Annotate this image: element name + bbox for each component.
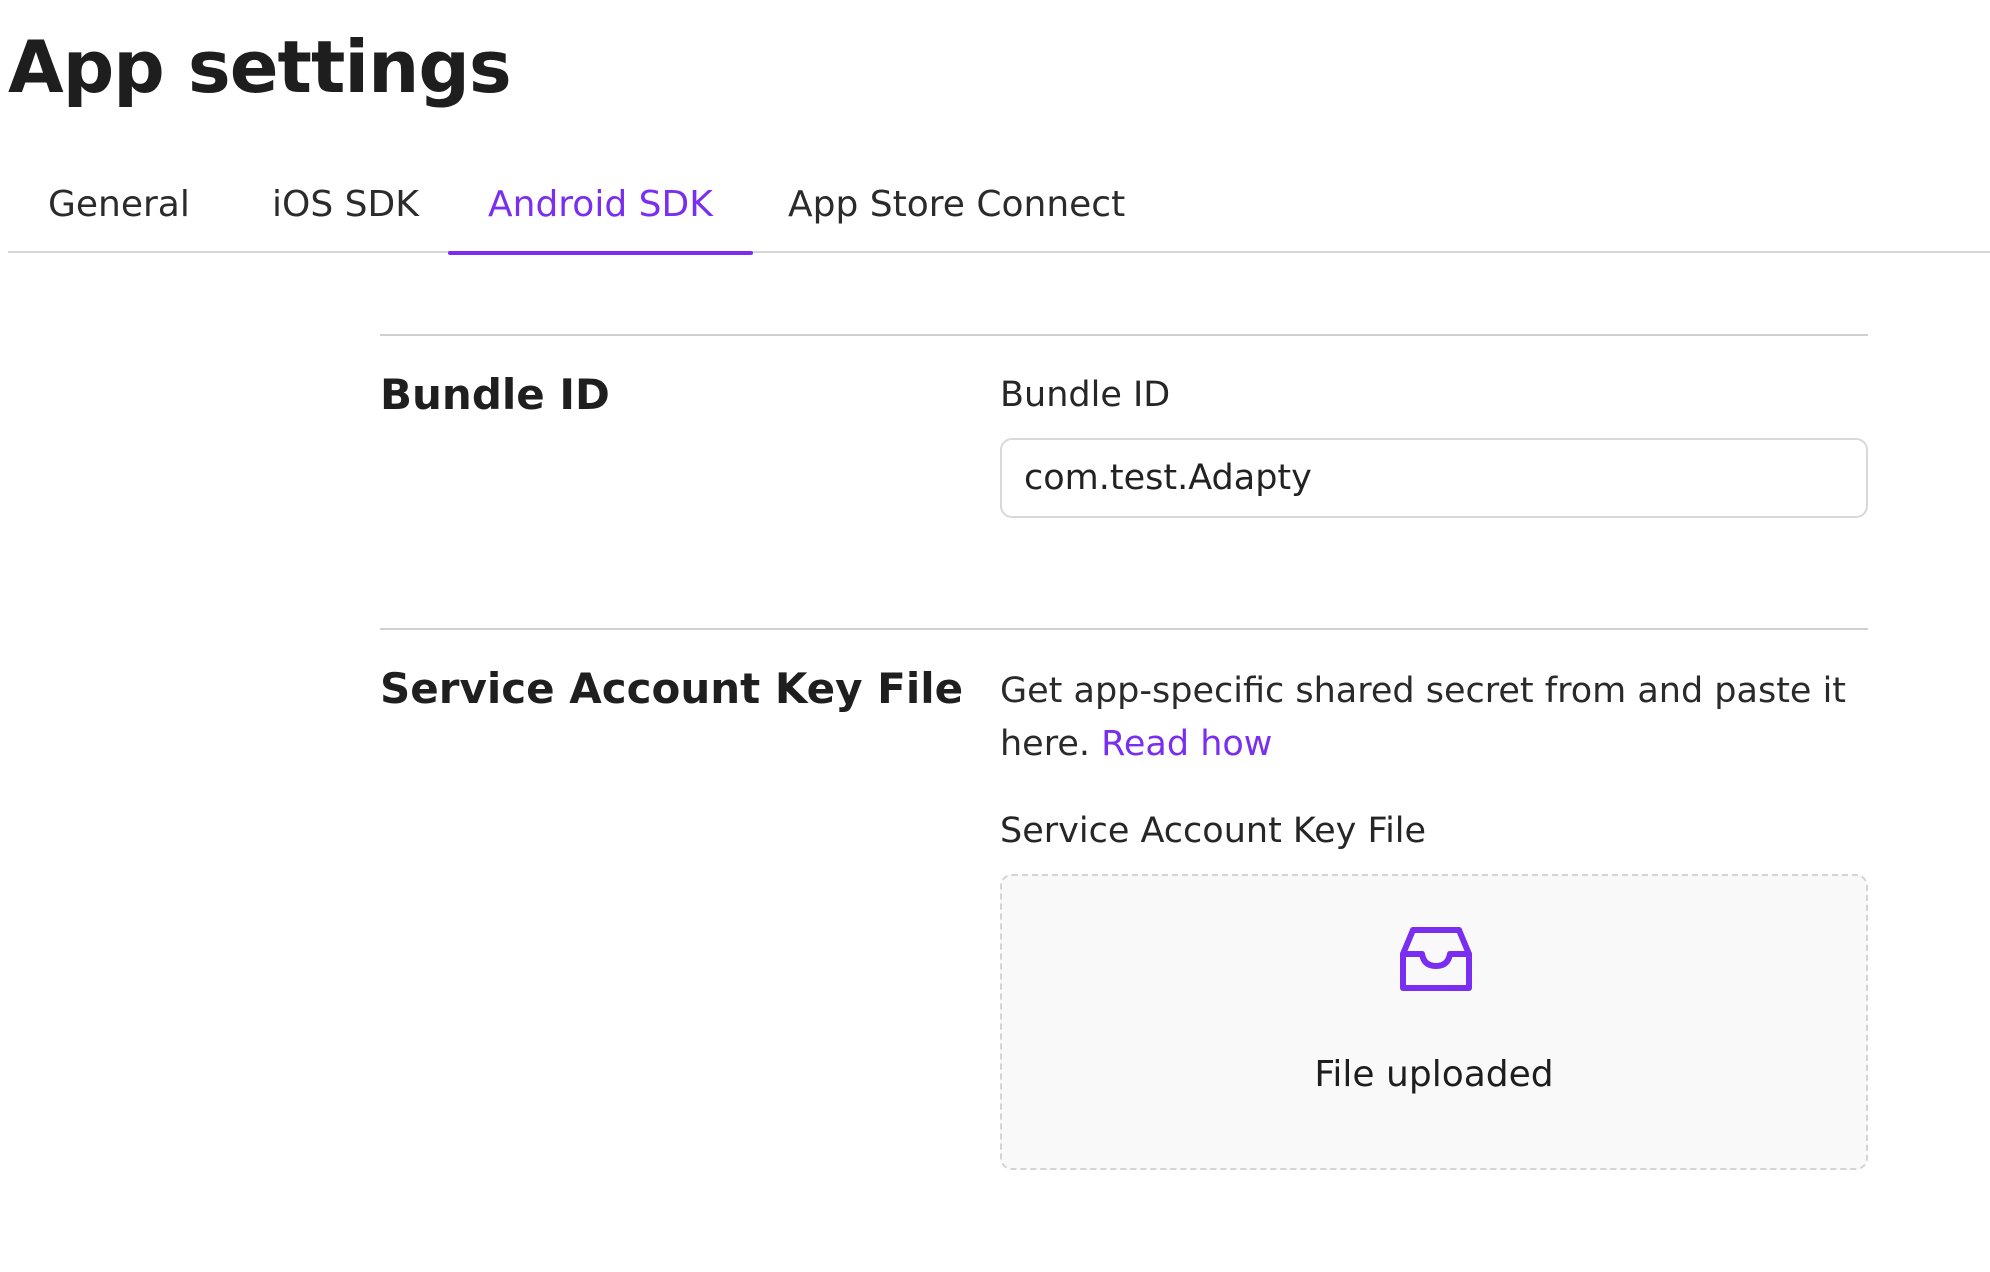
- inbox-icon: [1400, 927, 1472, 991]
- tab-app-store-connect[interactable]: App Store Connect: [788, 182, 1125, 253]
- tab-general[interactable]: General: [48, 182, 190, 253]
- service-account-field-label: Service Account Key File: [1000, 811, 1427, 851]
- bundle-id-section-title: Bundle ID: [380, 370, 610, 419]
- page-title: App settings: [8, 25, 512, 109]
- file-dropzone[interactable]: File uploaded: [1000, 874, 1868, 1170]
- service-account-helper-text: Get app-specific shared secret from and …: [1000, 665, 1880, 771]
- tab-android-sdk[interactable]: Android SDK: [448, 182, 753, 255]
- tab-ios-sdk[interactable]: iOS SDK: [272, 182, 419, 253]
- settings-tabs: General iOS SDK Android SDK App Store Co…: [8, 170, 1990, 255]
- bundle-id-label: Bundle ID: [1000, 375, 1171, 415]
- bundle-id-input[interactable]: [1000, 438, 1868, 518]
- section-divider: [380, 628, 1868, 630]
- app-settings-page: App settings General iOS SDK Android SDK…: [0, 0, 1990, 1272]
- section-divider: [380, 334, 1868, 336]
- read-how-link[interactable]: Read how: [1101, 724, 1272, 764]
- upload-status-text: File uploaded: [1314, 1054, 1554, 1095]
- service-account-section-title: Service Account Key File: [380, 664, 964, 713]
